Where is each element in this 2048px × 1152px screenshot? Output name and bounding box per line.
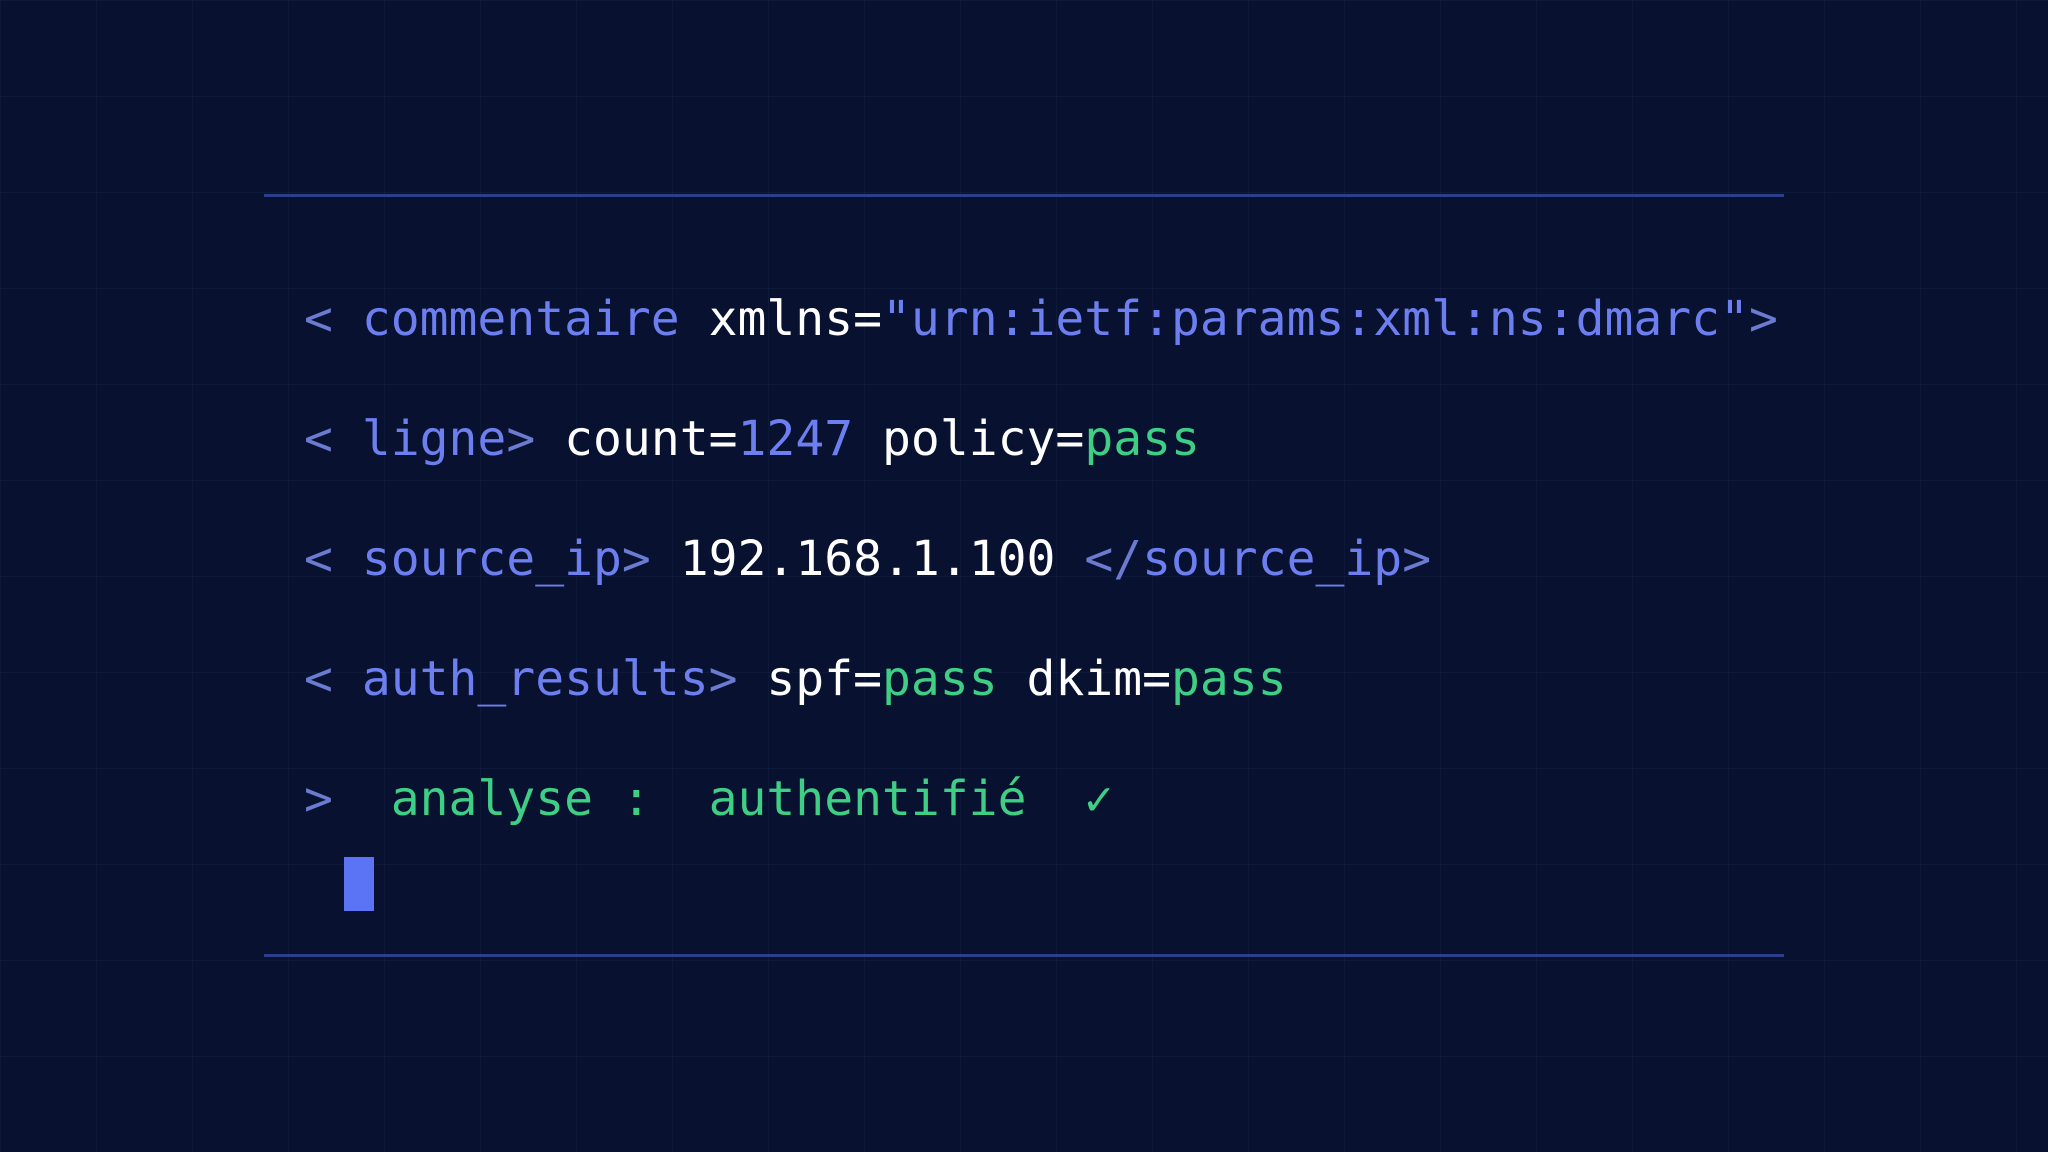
- close-bracket: >: [708, 651, 738, 707]
- attribute-policy: policy=: [882, 411, 1085, 467]
- tag-name: source_ip: [361, 531, 622, 587]
- attribute-spf: spf=: [766, 651, 882, 707]
- code-line-ligne: < ligne> count=1247 policy=pass: [304, 409, 1200, 469]
- end-tag-name: source_ip: [1142, 531, 1403, 587]
- dkim-value: pass: [1171, 651, 1287, 707]
- code-line-commentaire: < commentaire xmlns="urn:ietf:params:xml…: [304, 289, 1778, 349]
- open-bracket: <: [304, 291, 333, 347]
- code-line-auth-results: < auth_results> spf=pass dkim=pass: [304, 649, 1287, 709]
- text-cursor: [344, 857, 374, 911]
- policy-value: pass: [1084, 411, 1200, 467]
- end-close-bracket: >: [1402, 531, 1432, 587]
- attribute-name: xmlns=: [708, 291, 882, 347]
- analysis-label: analyse :: [390, 771, 651, 827]
- open-bracket: <: [304, 411, 333, 467]
- close-bracket: >: [621, 531, 651, 587]
- bottom-divider: [264, 954, 1784, 957]
- top-divider: [264, 194, 1784, 197]
- ip-address: 192.168.1.100: [679, 531, 1056, 587]
- terminal-screen: < commentaire xmlns="urn:ietf:params:xml…: [0, 0, 2048, 1152]
- end-open-bracket: </: [1084, 531, 1143, 587]
- close-bracket: >: [506, 411, 536, 467]
- tag-name: commentaire: [361, 291, 680, 347]
- analysis-result-line: > analyse : authentifié ✓: [304, 769, 1113, 829]
- code-line-source-ip: < source_ip> 192.168.1.100 </source_ip>: [304, 529, 1431, 589]
- open-bracket: <: [304, 531, 333, 587]
- prompt-chevron-icon: >: [304, 771, 333, 827]
- spf-value: pass: [882, 651, 998, 707]
- tag-name: auth_results: [361, 651, 709, 707]
- close-bracket: >: [1748, 291, 1778, 347]
- attribute-value: "urn:ietf:params:xml:ns:dmarc": [882, 291, 1749, 347]
- analysis-result: authentifié: [708, 771, 1027, 827]
- attribute-dkim: dkim=: [1026, 651, 1172, 707]
- attribute-count: count=: [564, 411, 738, 467]
- count-value: 1247: [737, 411, 854, 467]
- check-icon: ✓: [1084, 771, 1114, 827]
- tag-name: ligne: [361, 411, 507, 467]
- open-bracket: <: [304, 651, 333, 707]
